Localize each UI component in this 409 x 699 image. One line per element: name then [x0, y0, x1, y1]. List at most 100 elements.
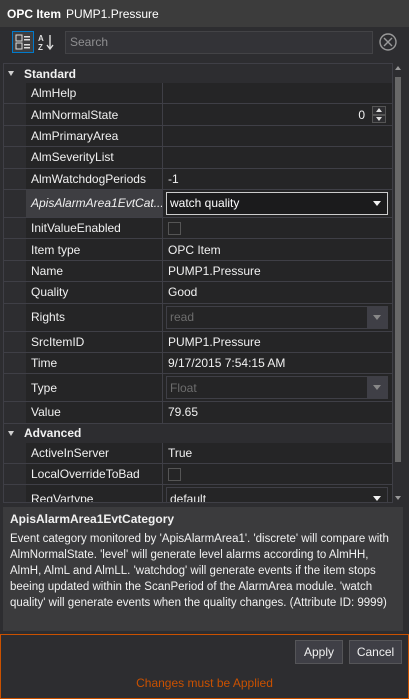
dropdown-button[interactable] [367, 193, 387, 214]
scroll-down-icon[interactable] [395, 496, 401, 500]
property-row[interactable]: AlmWatchdogPeriods -1 [4, 168, 392, 190]
vertical-scrollbar[interactable] [392, 63, 403, 503]
property-name: Time [26, 352, 163, 374]
rights-dropdown: read [166, 305, 388, 329]
property-name: Type [26, 374, 163, 402]
title-bar: OPC Item PUMP1.Pressure [0, 0, 409, 27]
type-field: Float [163, 374, 392, 401]
property-name: LocalOverrideToBad [26, 464, 163, 485]
property-name: AlmWatchdogPeriods [26, 168, 163, 189]
property-row[interactable]: Quality Good [4, 282, 392, 304]
property-row[interactable]: Value 79.65 [4, 402, 392, 424]
dropdown-value: Float [170, 380, 197, 395]
type-dropdown: Float [166, 376, 388, 400]
property-row[interactable]: LocalOverrideToBad [4, 464, 392, 486]
categorized-view-button[interactable] [12, 31, 34, 53]
property-name: Name [26, 260, 163, 282]
property-value[interactable] [163, 126, 392, 146]
property-value[interactable] [163, 83, 392, 103]
dropdown-value: read [170, 310, 195, 325]
dropdown-value: watch quality [170, 196, 240, 211]
property-value[interactable]: Good [163, 282, 392, 302]
collapse-icon[interactable] [8, 71, 14, 76]
property-row[interactable]: AlmHelp [4, 83, 392, 105]
categorized-icon [15, 34, 30, 50]
event-category-dropdown[interactable]: watch quality [166, 191, 388, 215]
title-item: PUMP1.Pressure [66, 6, 159, 21]
property-value[interactable]: True [163, 443, 392, 463]
dropdown-button [367, 377, 387, 399]
scrollbar-thumb[interactable] [395, 77, 401, 462]
chevron-down-icon [373, 314, 381, 320]
property-row[interactable]: AlmSeverityList [4, 147, 392, 169]
category-standard[interactable]: Standard [4, 64, 392, 83]
property-row[interactable]: Time 9/17/2015 7:54:15 AM [4, 352, 392, 375]
sort-alphabetical-button[interactable]: A Z [35, 31, 57, 53]
footer: Apply Cancel Changes must be Applied [0, 634, 409, 699]
dropdown-button[interactable] [367, 488, 387, 502]
collapse-icon[interactable] [8, 430, 14, 436]
property-name: Rights [26, 303, 163, 331]
scroll-up-icon[interactable] [395, 66, 401, 70]
numeric-stepper[interactable] [372, 106, 386, 123]
local-override-checkbox[interactable] [168, 467, 181, 481]
property-value: 0 [358, 107, 365, 122]
chevron-down-icon [373, 496, 381, 502]
property-name: SrcItemID [26, 331, 163, 352]
stepper-down-button[interactable] [372, 114, 386, 123]
clear-search-button[interactable] [378, 32, 398, 52]
property-row[interactable]: SrcItemID PUMP1.Pressure [4, 331, 392, 353]
property-value[interactable]: PUMP1.Pressure [163, 332, 392, 352]
property-name: ActiveInServer [26, 442, 163, 464]
req-vartype-field[interactable]: default [163, 485, 392, 502]
arrow-down-icon [376, 116, 382, 121]
property-value[interactable]: 79.65 [163, 402, 392, 422]
search-input[interactable]: Search [65, 31, 373, 54]
property-name: AlmSeverityList [26, 147, 163, 168]
property-value[interactable]: OPC Item [163, 239, 392, 259]
property-name: ApisAlarmArea1EvtCat... [26, 189, 163, 217]
property-name: AlmPrimaryArea [26, 125, 163, 147]
changes-warning: Changes must be Applied [136, 676, 273, 690]
property-row[interactable]: Rights read [4, 303, 392, 332]
req-vartype-dropdown[interactable]: default [166, 487, 388, 502]
property-row[interactable]: Type Float [4, 374, 392, 403]
property-row[interactable]: Item type OPC Item [4, 239, 392, 261]
category-advanced[interactable]: Advanced [4, 423, 392, 443]
property-value[interactable]: 9/17/2015 7:54:15 AM [163, 353, 392, 373]
property-name: InitValueEnabled [26, 217, 163, 239]
description-panel: ApisAlarmArea1EvtCategory Event category… [3, 507, 403, 631]
event-category-field[interactable]: watch quality [163, 190, 392, 217]
svg-text:Z: Z [38, 43, 43, 51]
rights-field: read [163, 304, 392, 331]
dropdown-button [367, 306, 387, 328]
cancel-button[interactable]: Cancel [349, 640, 402, 664]
property-name: Item type [26, 239, 163, 260]
property-row[interactable]: AlmNormalState 0 [4, 104, 392, 126]
property-value[interactable] [163, 147, 392, 167]
property-name: ReqVartype [26, 485, 163, 502]
category-label: Standard [24, 66, 77, 81]
apply-button[interactable]: Apply [295, 640, 343, 664]
stepper-up-button[interactable] [372, 106, 386, 115]
toolbar: A Z Search [0, 27, 409, 59]
property-row[interactable]: AlmPrimaryArea [4, 125, 392, 148]
init-value-enabled-checkbox[interactable] [168, 221, 181, 235]
chevron-down-icon [373, 385, 381, 391]
property-row-selected[interactable]: ApisAlarmArea1EvtCat... watch quality [4, 189, 392, 218]
property-name: Value [26, 402, 163, 423]
property-name: Quality [26, 282, 163, 303]
property-name: AlmNormalState [26, 104, 163, 125]
property-value[interactable]: PUMP1.Pressure [163, 261, 392, 281]
category-label: Advanced [24, 426, 82, 441]
svg-text:A: A [38, 34, 44, 43]
property-row[interactable]: InitValueEnabled [4, 217, 392, 240]
property-value[interactable]: -1 [163, 169, 392, 189]
arrow-up-icon [376, 108, 382, 113]
description-title: ApisAlarmArea1EvtCategory [10, 512, 175, 526]
sort-alphabetical-icon: A Z [38, 34, 54, 51]
number-stepper-field[interactable]: 0 [163, 104, 392, 124]
property-row[interactable]: Name PUMP1.Pressure [4, 260, 392, 283]
property-row[interactable]: ReqVartype default [4, 485, 392, 502]
property-row[interactable]: ActiveInServer True [4, 442, 392, 465]
